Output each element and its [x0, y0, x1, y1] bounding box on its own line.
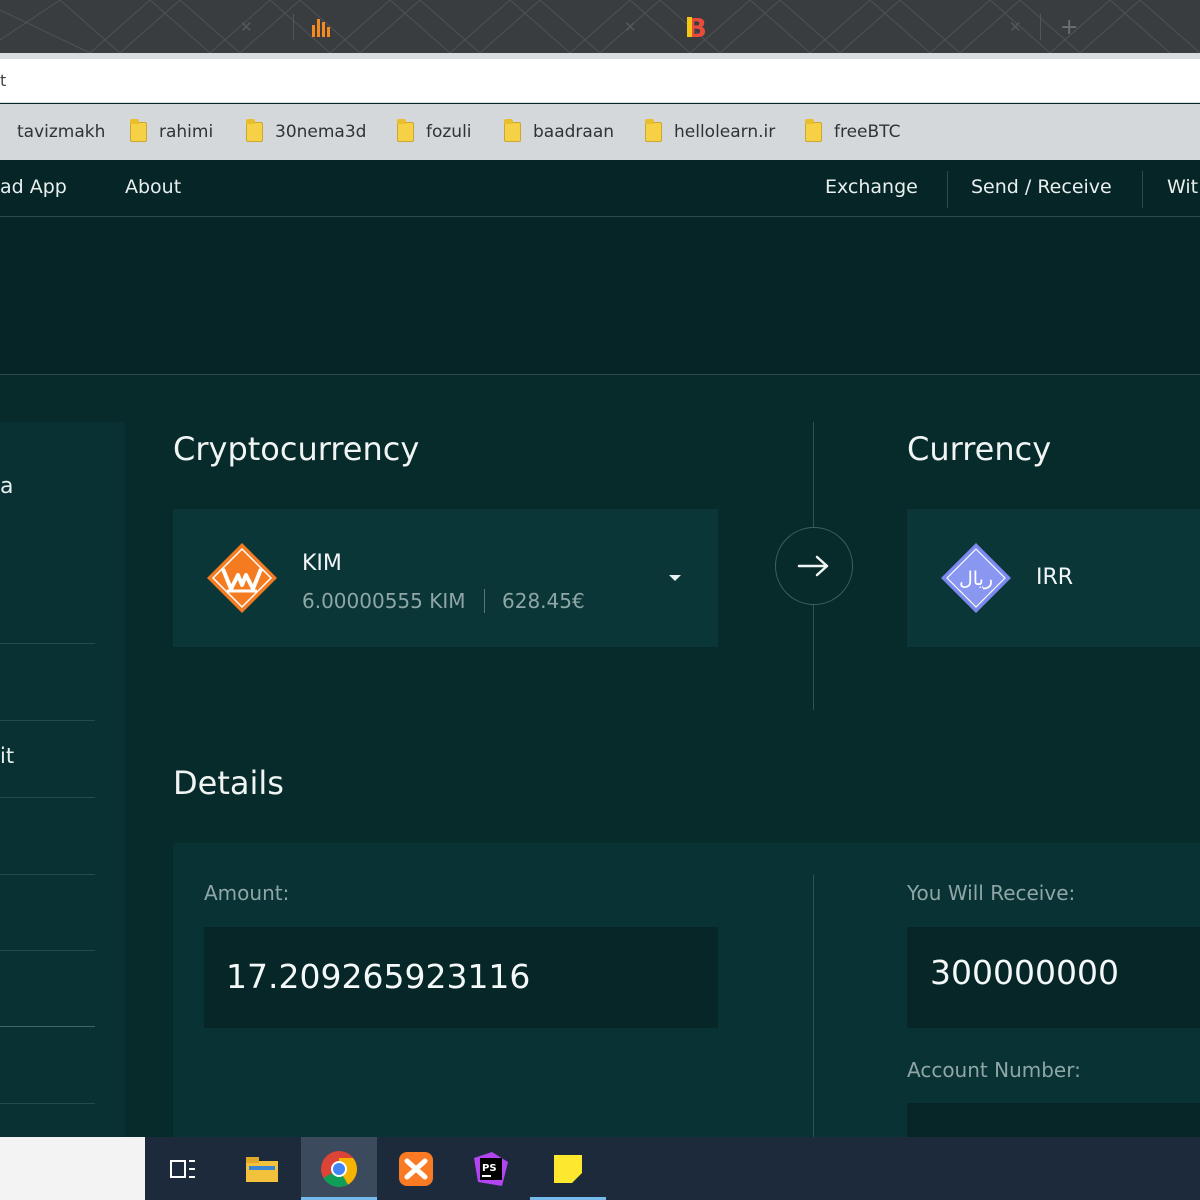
- nav-exchange[interactable]: Exchange: [825, 176, 918, 198]
- tab-separator: [293, 14, 294, 40]
- sidebar-item[interactable]: it: [0, 744, 14, 768]
- folder-icon: [246, 119, 263, 142]
- crypto-fiat-value: 628.45€: [502, 589, 585, 613]
- sidebar-divider: [0, 797, 95, 798]
- bookmark-hellolearn[interactable]: hellolearn.ir: [645, 119, 776, 142]
- bookmark-baadraan[interactable]: baadraan: [504, 119, 615, 142]
- details-divider: [813, 875, 814, 1137]
- chrome-icon: [321, 1150, 357, 1187]
- tab-separator: [1040, 14, 1041, 40]
- browser-tab-3[interactable]: B ✕: [685, 8, 1035, 46]
- sidebar-divider: [0, 720, 95, 721]
- sidebar-panel: a it: [0, 422, 125, 1137]
- browser-tabstrip: ✕ ✕ B ✕ +: [0, 0, 1200, 53]
- folder-icon: [504, 119, 521, 142]
- bookmark-label: baadraan: [533, 122, 615, 142]
- chevron-down-icon[interactable]: [669, 575, 681, 581]
- tab-close-icon[interactable]: ✕: [624, 18, 637, 36]
- browser-tab-1[interactable]: ✕: [0, 8, 290, 46]
- amount-input[interactable]: 17.209265923116: [204, 927, 718, 1028]
- address-text[interactable]: t: [0, 71, 6, 90]
- xampp-button[interactable]: [378, 1137, 454, 1200]
- bookmark-rahimi[interactable]: rahimi: [130, 119, 214, 142]
- nav-divider: [1142, 171, 1143, 208]
- folder-icon: [130, 119, 147, 142]
- receive-label: You Will Receive:: [907, 881, 1076, 905]
- arrow-right-icon: [797, 555, 829, 577]
- phpstorm-button[interactable]: PS: [453, 1137, 529, 1200]
- xampp-icon: [399, 1151, 433, 1186]
- currency-title: Currency: [907, 430, 1052, 468]
- sidebar-divider-active: [0, 1026, 95, 1027]
- phpstorm-icon: PS: [474, 1151, 508, 1186]
- bookmark-label: tavizmakh: [17, 122, 106, 142]
- bookmark-label: 30nema3d: [275, 122, 367, 142]
- irr-icon-text: ریال: [959, 568, 993, 590]
- hero-banner: [0, 217, 1200, 375]
- irr-currency-icon: ریال: [941, 543, 1011, 613]
- sticky-notes-button[interactable]: [530, 1137, 606, 1200]
- bookmark-label: rahimi: [159, 122, 214, 142]
- nav-withdraw[interactable]: Wit: [1167, 176, 1198, 198]
- chrome-button[interactable]: [301, 1137, 377, 1200]
- receive-output[interactable]: 300000000: [907, 927, 1200, 1028]
- receive-value: 300000000: [930, 953, 1119, 992]
- sticky-notes-icon: [554, 1154, 582, 1183]
- address-bar[interactable]: t: [0, 59, 1200, 103]
- amount-label: Amount:: [204, 881, 290, 905]
- sidebar-heading: a: [0, 474, 14, 499]
- task-view-icon: [170, 1159, 195, 1178]
- currency-symbol: IRR: [1036, 565, 1074, 590]
- bookmark-30nema3d[interactable]: 30nema3d: [246, 119, 367, 142]
- tab-close-icon[interactable]: ✕: [240, 18, 253, 36]
- browser-tab-2[interactable]: ✕: [310, 8, 660, 46]
- amount-value[interactable]: 17.209265923116: [226, 957, 530, 996]
- sidebar-divider: [0, 874, 95, 875]
- bookmark-fozuli[interactable]: fozuli: [397, 119, 472, 142]
- cryptocurrency-title: Cryptocurrency: [173, 430, 420, 468]
- sidebar-divider: [0, 950, 95, 951]
- nav-divider: [947, 171, 948, 208]
- svg-text:PS: PS: [482, 1163, 497, 1174]
- sidebar-divider: [0, 1103, 95, 1104]
- crypto-symbol: KIM: [302, 551, 342, 576]
- currency-selector[interactable]: ریال IRR: [907, 509, 1200, 647]
- bookmark-label: freeBTC: [834, 122, 901, 142]
- account-number-label: Account Number:: [907, 1058, 1081, 1082]
- task-view-button[interactable]: [145, 1137, 221, 1200]
- bookmarks-bar: tavizmakh rahimi 30nema3d fozuli baadraa…: [0, 104, 1200, 160]
- swap-direction-button[interactable]: [775, 527, 853, 605]
- file-explorer-button[interactable]: [224, 1137, 300, 1200]
- bar-chart-favicon-icon: [312, 19, 330, 37]
- plus-icon: +: [1060, 14, 1079, 40]
- site-navbar: ad App About Exchange Send / Receive Wit: [0, 160, 1200, 217]
- account-number-input[interactable]: [907, 1103, 1200, 1137]
- bookmark-label: fozuli: [426, 122, 472, 142]
- sidebar-divider: [0, 643, 95, 644]
- nav-about[interactable]: About: [125, 176, 181, 198]
- nav-send-receive[interactable]: Send / Receive: [971, 176, 1112, 198]
- bookmark-tavizmakh[interactable]: tavizmakh: [0, 122, 105, 142]
- nav-download-app[interactable]: ad App: [0, 176, 67, 198]
- crypto-balance: 6.00000555 KIM: [302, 589, 466, 613]
- b-logo-favicon-icon: B: [687, 14, 707, 41]
- bookmark-label: hellolearn.ir: [674, 122, 776, 142]
- windows-taskbar: PS: [0, 1137, 1200, 1200]
- details-panel: Amount: 17.209265923116 You Will Receive…: [173, 843, 1200, 1137]
- balance-separator: [484, 589, 485, 613]
- kim-coin-icon: [207, 543, 277, 613]
- crypto-selector[interactable]: KIM 6.00000555 KIM 628.45€: [173, 509, 718, 647]
- folder-icon: [397, 119, 414, 142]
- tab-close-icon[interactable]: ✕: [1009, 18, 1022, 36]
- bookmark-freebtc[interactable]: freeBTC: [805, 119, 901, 142]
- folder-icon: [645, 119, 662, 142]
- folder-icon: [805, 119, 822, 142]
- new-tab-button[interactable]: +: [1060, 8, 1078, 46]
- taskbar-search-box[interactable]: [0, 1137, 145, 1200]
- file-explorer-icon: [246, 1156, 278, 1182]
- details-title: Details: [173, 764, 284, 802]
